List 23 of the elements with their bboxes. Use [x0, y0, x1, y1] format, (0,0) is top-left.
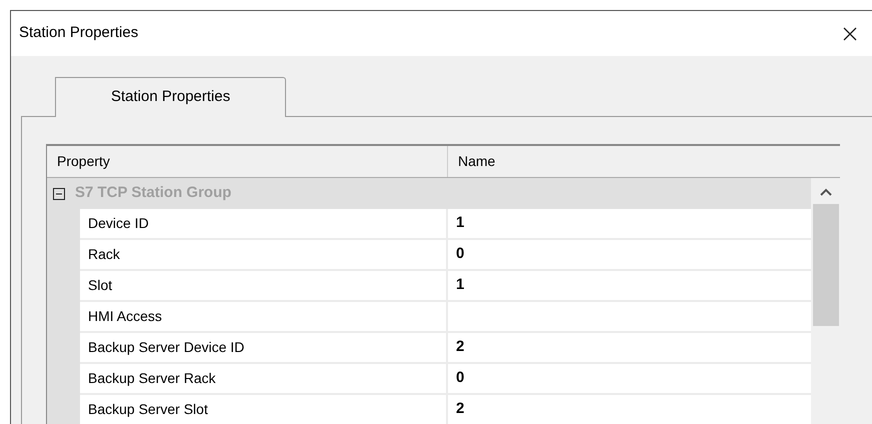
- collapse-icon[interactable]: [53, 188, 65, 200]
- close-icon: [842, 26, 858, 42]
- group-label: S7 TCP Station Group: [75, 183, 232, 204]
- property-cell: Slot: [80, 271, 446, 302]
- property-cell: Backup Server Rack: [80, 364, 446, 395]
- column-header[interactable]: Property: [47, 146, 448, 177]
- property-cell: Backup Server Device ID: [80, 333, 446, 364]
- value-cell[interactable]: 2: [446, 395, 811, 424]
- value-cell[interactable]: 1: [446, 271, 811, 302]
- property-cell: Backup Server Slot: [80, 395, 446, 424]
- scrollbar[interactable]: [811, 178, 840, 424]
- property-cell: Device ID: [80, 209, 446, 240]
- scroll-up-icon[interactable]: [820, 188, 832, 196]
- window-title: Station Properties: [19, 23, 138, 44]
- value-cell[interactable]: 1: [446, 209, 811, 240]
- value-cell[interactable]: 0: [446, 364, 811, 395]
- property-cell: HMI Access: [80, 302, 446, 333]
- value-cell[interactable]: 0: [446, 240, 811, 271]
- column-header[interactable]: Name: [448, 146, 840, 177]
- property-cell: Rack: [80, 240, 446, 271]
- scrollbar-thumb[interactable]: [812, 204, 838, 326]
- value-cell[interactable]: 2: [446, 333, 811, 364]
- tab[interactable]: Station Properties: [55, 77, 286, 117]
